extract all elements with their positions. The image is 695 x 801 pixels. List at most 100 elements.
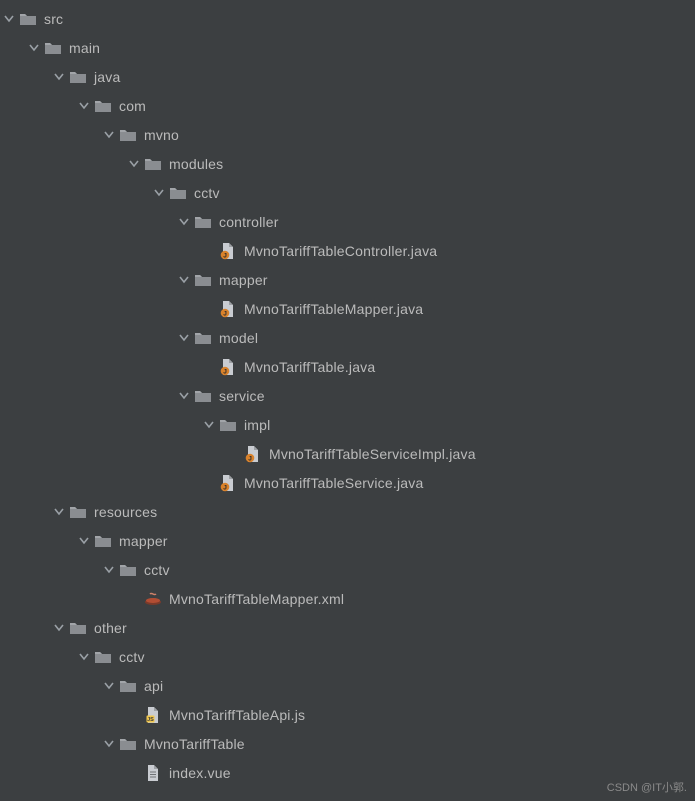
tree-folder-row[interactable]: api [0, 671, 695, 700]
tree-folder-row[interactable]: other [0, 613, 695, 642]
tree-folder-row[interactable]: model [0, 323, 695, 352]
tree-item-label: mapper [219, 272, 268, 288]
tree-item-label: modules [169, 156, 223, 172]
tree-folder-row[interactable]: cctv [0, 555, 695, 584]
folder-icon [68, 618, 88, 638]
chevron-down-icon [125, 706, 143, 724]
tree-folder-row[interactable]: src [0, 4, 695, 33]
folder-icon [68, 67, 88, 87]
tree-file-row[interactable]: J MvnoTariffTableService.java [0, 468, 695, 497]
chevron-down-icon[interactable] [50, 68, 68, 86]
chevron-down-icon[interactable] [25, 39, 43, 57]
tree-folder-row[interactable]: mapper [0, 526, 695, 555]
chevron-down-icon[interactable] [175, 213, 193, 231]
tree-item-label: api [144, 678, 163, 694]
chevron-down-icon[interactable] [100, 126, 118, 144]
js-file-icon: JS [143, 705, 163, 725]
chevron-down-icon[interactable] [100, 677, 118, 695]
chevron-down-icon [125, 764, 143, 782]
tree-folder-row[interactable]: mvno [0, 120, 695, 149]
tree-folder-row[interactable]: MvnoTariffTable [0, 729, 695, 758]
folder-icon [18, 9, 38, 29]
chevron-down-icon[interactable] [0, 10, 18, 28]
tree-file-row[interactable]: index.vue [0, 758, 695, 787]
tree-folder-row[interactable]: impl [0, 410, 695, 439]
svg-text:J: J [223, 368, 227, 375]
folder-icon [143, 154, 163, 174]
xml-file-icon [143, 589, 163, 609]
tree-item-label: mvno [144, 127, 179, 143]
tree-folder-row[interactable]: resources [0, 497, 695, 526]
tree-item-label: java [94, 69, 120, 85]
folder-icon [93, 647, 113, 667]
tree-item-label: MvnoTariffTable.java [244, 359, 375, 375]
folder-icon [193, 386, 213, 406]
chevron-down-icon[interactable] [75, 97, 93, 115]
svg-text:J: J [223, 310, 227, 317]
chevron-down-icon[interactable] [175, 271, 193, 289]
chevron-down-icon [200, 300, 218, 318]
tree-item-label: src [44, 11, 63, 27]
svg-text:J: J [248, 455, 252, 462]
chevron-down-icon[interactable] [50, 503, 68, 521]
chevron-down-icon[interactable] [75, 532, 93, 550]
svg-text:J: J [223, 484, 227, 491]
chevron-down-icon[interactable] [125, 155, 143, 173]
chevron-down-icon[interactable] [100, 561, 118, 579]
tree-folder-row[interactable]: cctv [0, 178, 695, 207]
chevron-down-icon[interactable] [100, 735, 118, 753]
tree-folder-row[interactable]: service [0, 381, 695, 410]
tree-item-label: service [219, 388, 265, 404]
tree-folder-row[interactable]: java [0, 62, 695, 91]
java-file-icon: J [218, 299, 238, 319]
chevron-down-icon[interactable] [75, 648, 93, 666]
tree-file-row[interactable]: J MvnoTariffTable.java [0, 352, 695, 381]
tree-folder-row[interactable]: mapper [0, 265, 695, 294]
tree-item-label: MvnoTariffTable [144, 736, 245, 752]
chevron-down-icon[interactable] [175, 329, 193, 347]
tree-item-label: resources [94, 504, 157, 520]
tree-item-label: index.vue [169, 765, 231, 781]
folder-icon [93, 96, 113, 116]
tree-file-row[interactable]: J MvnoTariffTableMapper.java [0, 294, 695, 323]
chevron-down-icon[interactable] [150, 184, 168, 202]
folder-icon [68, 502, 88, 522]
folder-icon [193, 212, 213, 232]
chevron-down-icon [200, 242, 218, 260]
tree-file-row[interactable]: JMvnoTariffTableServiceImpl.java [0, 439, 695, 468]
tree-folder-row[interactable]: modules [0, 149, 695, 178]
file-icon [143, 763, 163, 783]
tree-item-label: impl [244, 417, 270, 433]
tree-item-label: MvnoTariffTableService.java [244, 475, 423, 491]
tree-item-label: mapper [119, 533, 168, 549]
tree-item-label: cctv [194, 185, 220, 201]
folder-icon [193, 328, 213, 348]
svg-text:JS: JS [147, 717, 154, 723]
chevron-down-icon [200, 474, 218, 492]
folder-icon [193, 270, 213, 290]
tree-file-row[interactable]: MvnoTariffTableMapper.xml [0, 584, 695, 613]
tree-folder-row[interactable]: controller [0, 207, 695, 236]
chevron-down-icon[interactable] [50, 619, 68, 637]
java-file-icon: J [218, 241, 238, 261]
tree-item-label: other [94, 620, 127, 636]
watermark: CSDN @IT小郭. [607, 779, 687, 795]
chevron-down-icon [200, 358, 218, 376]
chevron-down-icon[interactable] [175, 387, 193, 405]
folder-icon [93, 531, 113, 551]
folder-icon [168, 183, 188, 203]
project-tree: srcmainjavacommvnomodulescctvcontrollerJ… [0, 0, 695, 787]
chevron-down-icon [225, 445, 243, 463]
tree-item-label: MvnoTariffTableController.java [244, 243, 437, 259]
folder-icon [118, 734, 138, 754]
tree-file-row[interactable]: JS MvnoTariffTableApi.js [0, 700, 695, 729]
chevron-down-icon[interactable] [200, 416, 218, 434]
tree-item-label: cctv [144, 562, 170, 578]
tree-folder-row[interactable]: main [0, 33, 695, 62]
tree-folder-row[interactable]: com [0, 91, 695, 120]
tree-folder-row[interactable]: cctv [0, 642, 695, 671]
tree-item-label: MvnoTariffTableApi.js [169, 707, 305, 723]
tree-file-row[interactable]: J MvnoTariffTableController.java [0, 236, 695, 265]
tree-item-label: MvnoTariffTableMapper.java [244, 301, 423, 317]
java-file-icon: J [218, 473, 238, 493]
